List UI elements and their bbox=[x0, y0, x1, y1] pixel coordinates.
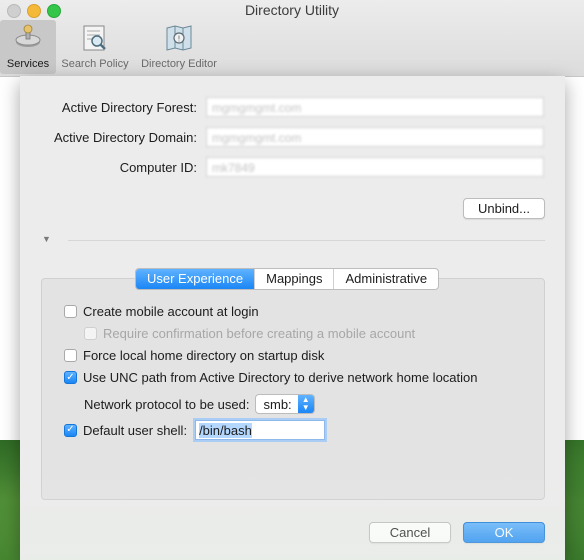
require-confirmation-row: Require confirmation before creating a m… bbox=[84, 326, 415, 341]
default-shell-row: ✓ Default user shell: /bin/bash bbox=[64, 420, 326, 440]
require-confirmation-checkbox[interactable] bbox=[84, 327, 97, 340]
toolbar-services-label: Services bbox=[6, 58, 50, 70]
use-unc-path-row: ✓ Use UNC path from Active Directory to … bbox=[64, 370, 478, 385]
cancel-button[interactable]: Cancel bbox=[369, 522, 451, 543]
toolbar-search-policy[interactable]: Search Policy bbox=[58, 20, 132, 74]
titlebar: Directory Utility Services Search Policy… bbox=[0, 0, 584, 77]
default-shell-checkbox[interactable]: ✓ bbox=[64, 423, 77, 437]
toolbar-search-policy-label: Search Policy bbox=[61, 58, 129, 70]
use-unc-path-checkbox[interactable]: ✓ bbox=[64, 371, 77, 384]
network-protocol-label: Network protocol to be used: bbox=[84, 396, 250, 412]
directory-utility-window: Directory Utility Services Search Policy… bbox=[0, 0, 584, 560]
default-shell-label: Default user shell: bbox=[83, 422, 188, 438]
network-protocol-select[interactable]: smb: ▲ ▼ bbox=[255, 394, 315, 414]
svg-text:!: ! bbox=[177, 35, 180, 44]
force-local-home-label: Force local home directory on startup di… bbox=[83, 348, 325, 363]
forest-field[interactable]: mgmgmgmt.com bbox=[206, 97, 544, 117]
search-policy-icon bbox=[80, 23, 110, 53]
toolbar-directory-editor-label: Directory Editor bbox=[141, 58, 217, 70]
options-tabs: User Experience Mappings Administrative bbox=[135, 268, 440, 290]
require-confirmation-label: Require confirmation before creating a m… bbox=[103, 326, 416, 341]
mobile-account-label: Create mobile account at login bbox=[83, 304, 259, 319]
tab-administrative[interactable]: Administrative bbox=[333, 269, 438, 289]
bind-settings-sheet: Active Directory Forest: mgmgmgmt.com Ac… bbox=[20, 76, 565, 560]
force-local-home-row: Force local home directory on startup di… bbox=[64, 348, 324, 363]
default-shell-input[interactable]: /bin/bash bbox=[195, 420, 326, 440]
force-local-home-checkbox[interactable] bbox=[64, 349, 77, 362]
divider bbox=[68, 240, 545, 241]
tab-user-experience[interactable]: User Experience bbox=[136, 269, 255, 289]
domain-field[interactable]: mgmgmgmt.com bbox=[206, 127, 544, 147]
use-unc-path-label: Use UNC path from Active Directory to de… bbox=[83, 370, 478, 385]
toolbar-directory-editor[interactable]: ! Directory Editor bbox=[136, 20, 222, 74]
network-protocol-row: Network protocol to be used: smb: ▲ ▼ bbox=[84, 394, 315, 414]
ok-button[interactable]: OK bbox=[463, 522, 545, 543]
domain-label: Active Directory Domain: bbox=[53, 130, 197, 145]
chevron-updown-icon: ▲ ▼ bbox=[297, 395, 314, 413]
unbind-button[interactable]: Unbind... bbox=[463, 198, 545, 219]
network-protocol-value: smb: bbox=[263, 396, 292, 412]
default-shell-value: /bin/bash bbox=[199, 423, 252, 438]
mobile-account-checkbox[interactable] bbox=[64, 305, 77, 318]
computer-id-field[interactable]: mk7849 bbox=[206, 157, 544, 177]
forest-label: Active Directory Forest: bbox=[61, 100, 197, 115]
disclosure-triangle-icon[interactable]: ▼ bbox=[42, 234, 51, 244]
directory-editor-icon: ! bbox=[164, 23, 194, 53]
tab-mappings[interactable]: Mappings bbox=[254, 269, 333, 289]
window-title: Directory Utility bbox=[244, 2, 340, 18]
mobile-account-row: Create mobile account at login bbox=[64, 304, 259, 319]
services-icon bbox=[13, 23, 43, 53]
toolbar-services[interactable]: Services bbox=[0, 20, 56, 74]
computer-id-label: Computer ID: bbox=[119, 160, 197, 175]
